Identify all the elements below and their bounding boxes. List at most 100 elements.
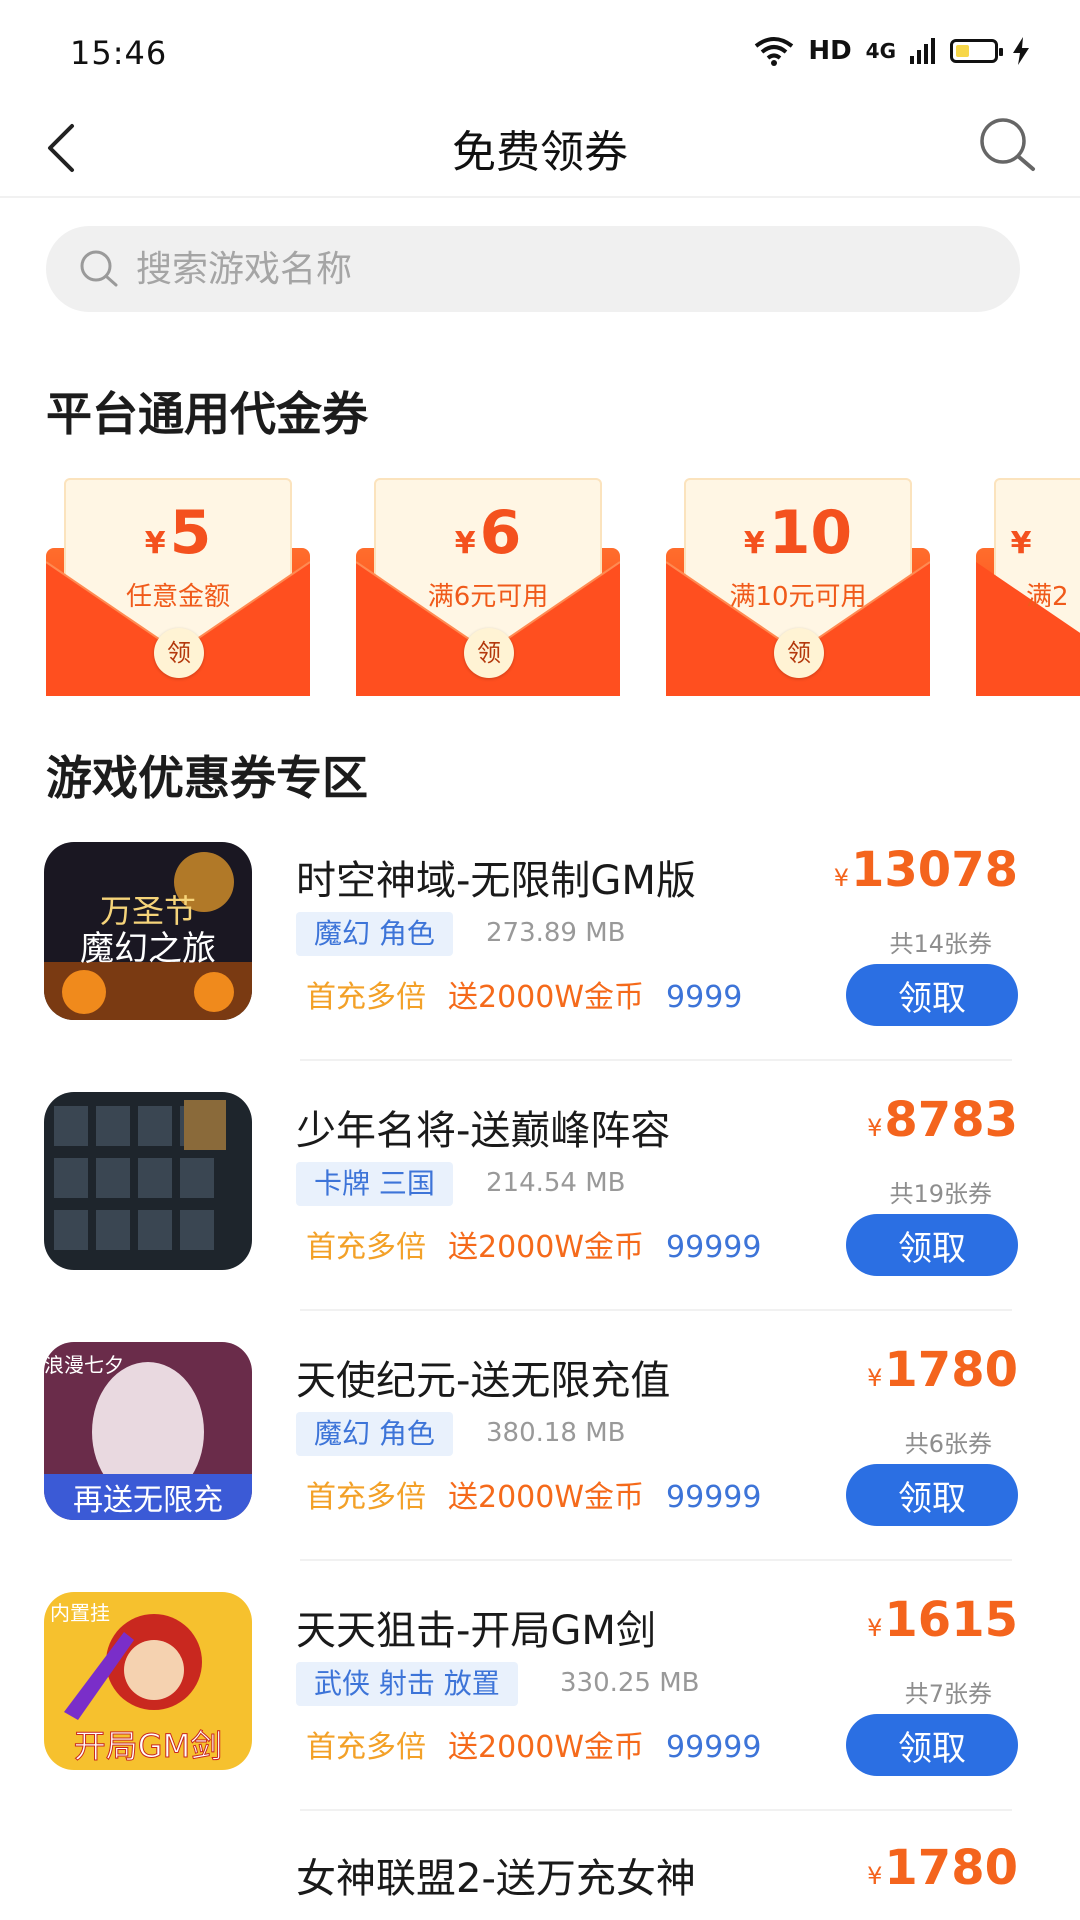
- game-size: 214.54 MB: [486, 1168, 626, 1198]
- hd-label: HD: [808, 36, 852, 66]
- price-currency: ¥: [867, 1364, 883, 1392]
- perk-label: 9999: [666, 980, 743, 1015]
- game-tags: 武侠 射击 放置: [296, 1662, 518, 1706]
- search-input[interactable]: [136, 226, 996, 312]
- price-value: 1615: [884, 1592, 1018, 1648]
- charging-icon: [1013, 37, 1029, 65]
- game-price: ¥1780: [867, 1342, 1018, 1398]
- svg-text:浪漫七夕: 浪漫七夕: [44, 1353, 124, 1377]
- game-size: 380.18 MB: [486, 1418, 626, 1448]
- coupon-carousel[interactable]: ¥5 任意金额 领 ¥6 满6元可用 领 ¥10 满10元可用 领 ¥ 满2: [0, 468, 1080, 708]
- status-time: 15:46: [70, 34, 168, 72]
- game-size: 273.89 MB: [486, 918, 626, 948]
- claim-button[interactable]: 领取: [846, 1214, 1018, 1276]
- coupon-claim-seal[interactable]: 领: [464, 628, 514, 678]
- nav-bar: 免费领券: [0, 100, 1080, 198]
- search-bar[interactable]: [46, 226, 1020, 312]
- coupon-currency: ¥: [743, 526, 765, 561]
- game-perks: 首充多倍 送2000W金币 99999: [306, 1222, 802, 1272]
- divider: [300, 1059, 1012, 1061]
- game-list-item[interactable]: 开局GM剑 内置挂 天天狙击-开局GM剑 武侠 射击 放置 330.25 MB …: [0, 1592, 1080, 1842]
- perk-label: 首充多倍: [306, 1230, 426, 1265]
- coupon-claim-seal[interactable]: 领: [774, 628, 824, 678]
- game-tags: 魔幻 角色: [296, 912, 453, 956]
- game-coupons-title: 游戏优惠券专区: [46, 751, 368, 805]
- game-name: 天天狙击-开局GM剑: [296, 1608, 656, 1654]
- game-size: 330.25 MB: [560, 1668, 700, 1698]
- perk-label: 送2000W金币: [448, 1730, 645, 1765]
- perk-label: 送2000W金币: [448, 1230, 645, 1265]
- coupon-condition: 满10元可用: [729, 582, 867, 612]
- game-list-item[interactable]: 女神联盟2-送万充女神 ¥1780: [0, 1842, 1080, 1920]
- coupon-amount: 5: [169, 498, 212, 568]
- cell-label: 4G: [865, 39, 896, 63]
- game-name: 少年名将-送巅峰阵容: [296, 1108, 671, 1154]
- perk-label: 首充多倍: [306, 980, 426, 1015]
- svg-text:内置挂: 内置挂: [50, 1601, 110, 1625]
- game-price: ¥1615: [867, 1592, 1018, 1648]
- claim-button[interactable]: 领取: [846, 964, 1018, 1026]
- perk-label: 99999: [666, 1730, 762, 1765]
- game-icon: 再送无限充 浪漫七夕: [44, 1342, 252, 1520]
- search-icon[interactable]: [976, 114, 1038, 176]
- price-value: 8783: [884, 1092, 1018, 1148]
- game-icon: 万圣节 魔幻之旅: [44, 842, 252, 1020]
- game-list-item[interactable]: 少年名将-送巅峰阵容 卡牌 三国 214.54 MB 首充多倍 送2000W金币 9…: [0, 1092, 1080, 1342]
- coupon-card[interactable]: ¥6 满6元可用 领: [356, 468, 620, 696]
- perk-label: 首充多倍: [306, 1480, 426, 1515]
- price-value: 1780: [884, 1842, 1018, 1896]
- divider: [300, 1809, 1012, 1811]
- coupon-count: 共7张券: [904, 1680, 992, 1708]
- game-tags: 魔幻 角色: [296, 1412, 453, 1456]
- coupon-currency: ¥: [454, 526, 476, 561]
- perk-label: 首充多倍: [306, 1730, 426, 1765]
- game-list-item[interactable]: 再送无限充 浪漫七夕 天使纪元-送无限充值 魔幻 角色 380.18 MB 首充…: [0, 1342, 1080, 1592]
- signal-icon: [910, 38, 935, 64]
- game-price: ¥13078: [834, 842, 1018, 898]
- game-name: 时空神域-无限制GM版: [296, 858, 696, 904]
- claim-button[interactable]: 领取: [846, 1464, 1018, 1526]
- coupon-currency: ¥: [144, 526, 166, 561]
- game-price: ¥8783: [867, 1092, 1018, 1148]
- game-list-item[interactable]: 万圣节 魔幻之旅 时空神域-无限制GM版 魔幻 角色 273.89 MB 首充多…: [0, 842, 1080, 1092]
- price-currency: ¥: [867, 1614, 883, 1642]
- game-name: 天使纪元-送无限充值: [296, 1358, 671, 1404]
- price-currency: ¥: [867, 1862, 883, 1890]
- coupon-count: 共6张券: [904, 1430, 992, 1458]
- game-price: ¥1780: [867, 1842, 1018, 1896]
- claim-button[interactable]: 领取: [846, 1714, 1018, 1776]
- price-currency: ¥: [833, 864, 849, 892]
- game-name: 女神联盟2-送万充女神: [296, 1856, 696, 1902]
- perk-label: 99999: [666, 1480, 762, 1515]
- price-currency: ¥: [867, 1114, 883, 1142]
- divider: [300, 1309, 1012, 1311]
- wifi-icon: [755, 37, 794, 66]
- platform-coupons-title: 平台通用代金券: [46, 387, 368, 441]
- game-icon: 开局GM剑 内置挂: [44, 1592, 252, 1770]
- coupon-condition: 满6元可用: [427, 582, 549, 612]
- coupon-card-partial[interactable]: ¥ 满2: [976, 468, 1080, 696]
- game-perks: 首充多倍 送2000W金币 99999: [306, 1472, 802, 1522]
- game-perks: 首充多倍 送2000W金币 99999: [306, 1722, 802, 1772]
- svg-text:开局GM剑: 开局GM剑: [74, 1727, 222, 1765]
- game-tags: 卡牌 三国: [296, 1162, 453, 1206]
- price-value: 1780: [884, 1342, 1018, 1398]
- coupon-currency: ¥: [1010, 526, 1032, 561]
- coupon-count: 共14张券: [889, 930, 992, 958]
- perk-label: 99999: [666, 1230, 762, 1265]
- status-icons: HD 4G: [754, 36, 1030, 66]
- status-bar: 15:46 HD 4G: [0, 0, 1080, 100]
- perk-label: 送2000W金币: [448, 1480, 645, 1515]
- coupon-condition: 满2: [1026, 582, 1069, 612]
- game-perks: 首充多倍 送2000W金币 9999: [306, 972, 802, 1022]
- coupon-condition: 任意金额: [125, 582, 230, 612]
- svg-text:魔幻之旅: 魔幻之旅: [80, 929, 216, 969]
- battery-icon: [950, 39, 1003, 63]
- search-field-icon: [80, 250, 118, 287]
- coupon-count: 共19张券: [889, 1180, 992, 1208]
- coupon-claim-seal[interactable]: 领: [154, 628, 204, 678]
- coupon-card[interactable]: ¥5 任意金额 领: [46, 468, 310, 696]
- coupon-amount: 6: [479, 498, 522, 568]
- game-icon: [44, 1092, 252, 1270]
- page-title: 免费领券: [452, 127, 628, 178]
